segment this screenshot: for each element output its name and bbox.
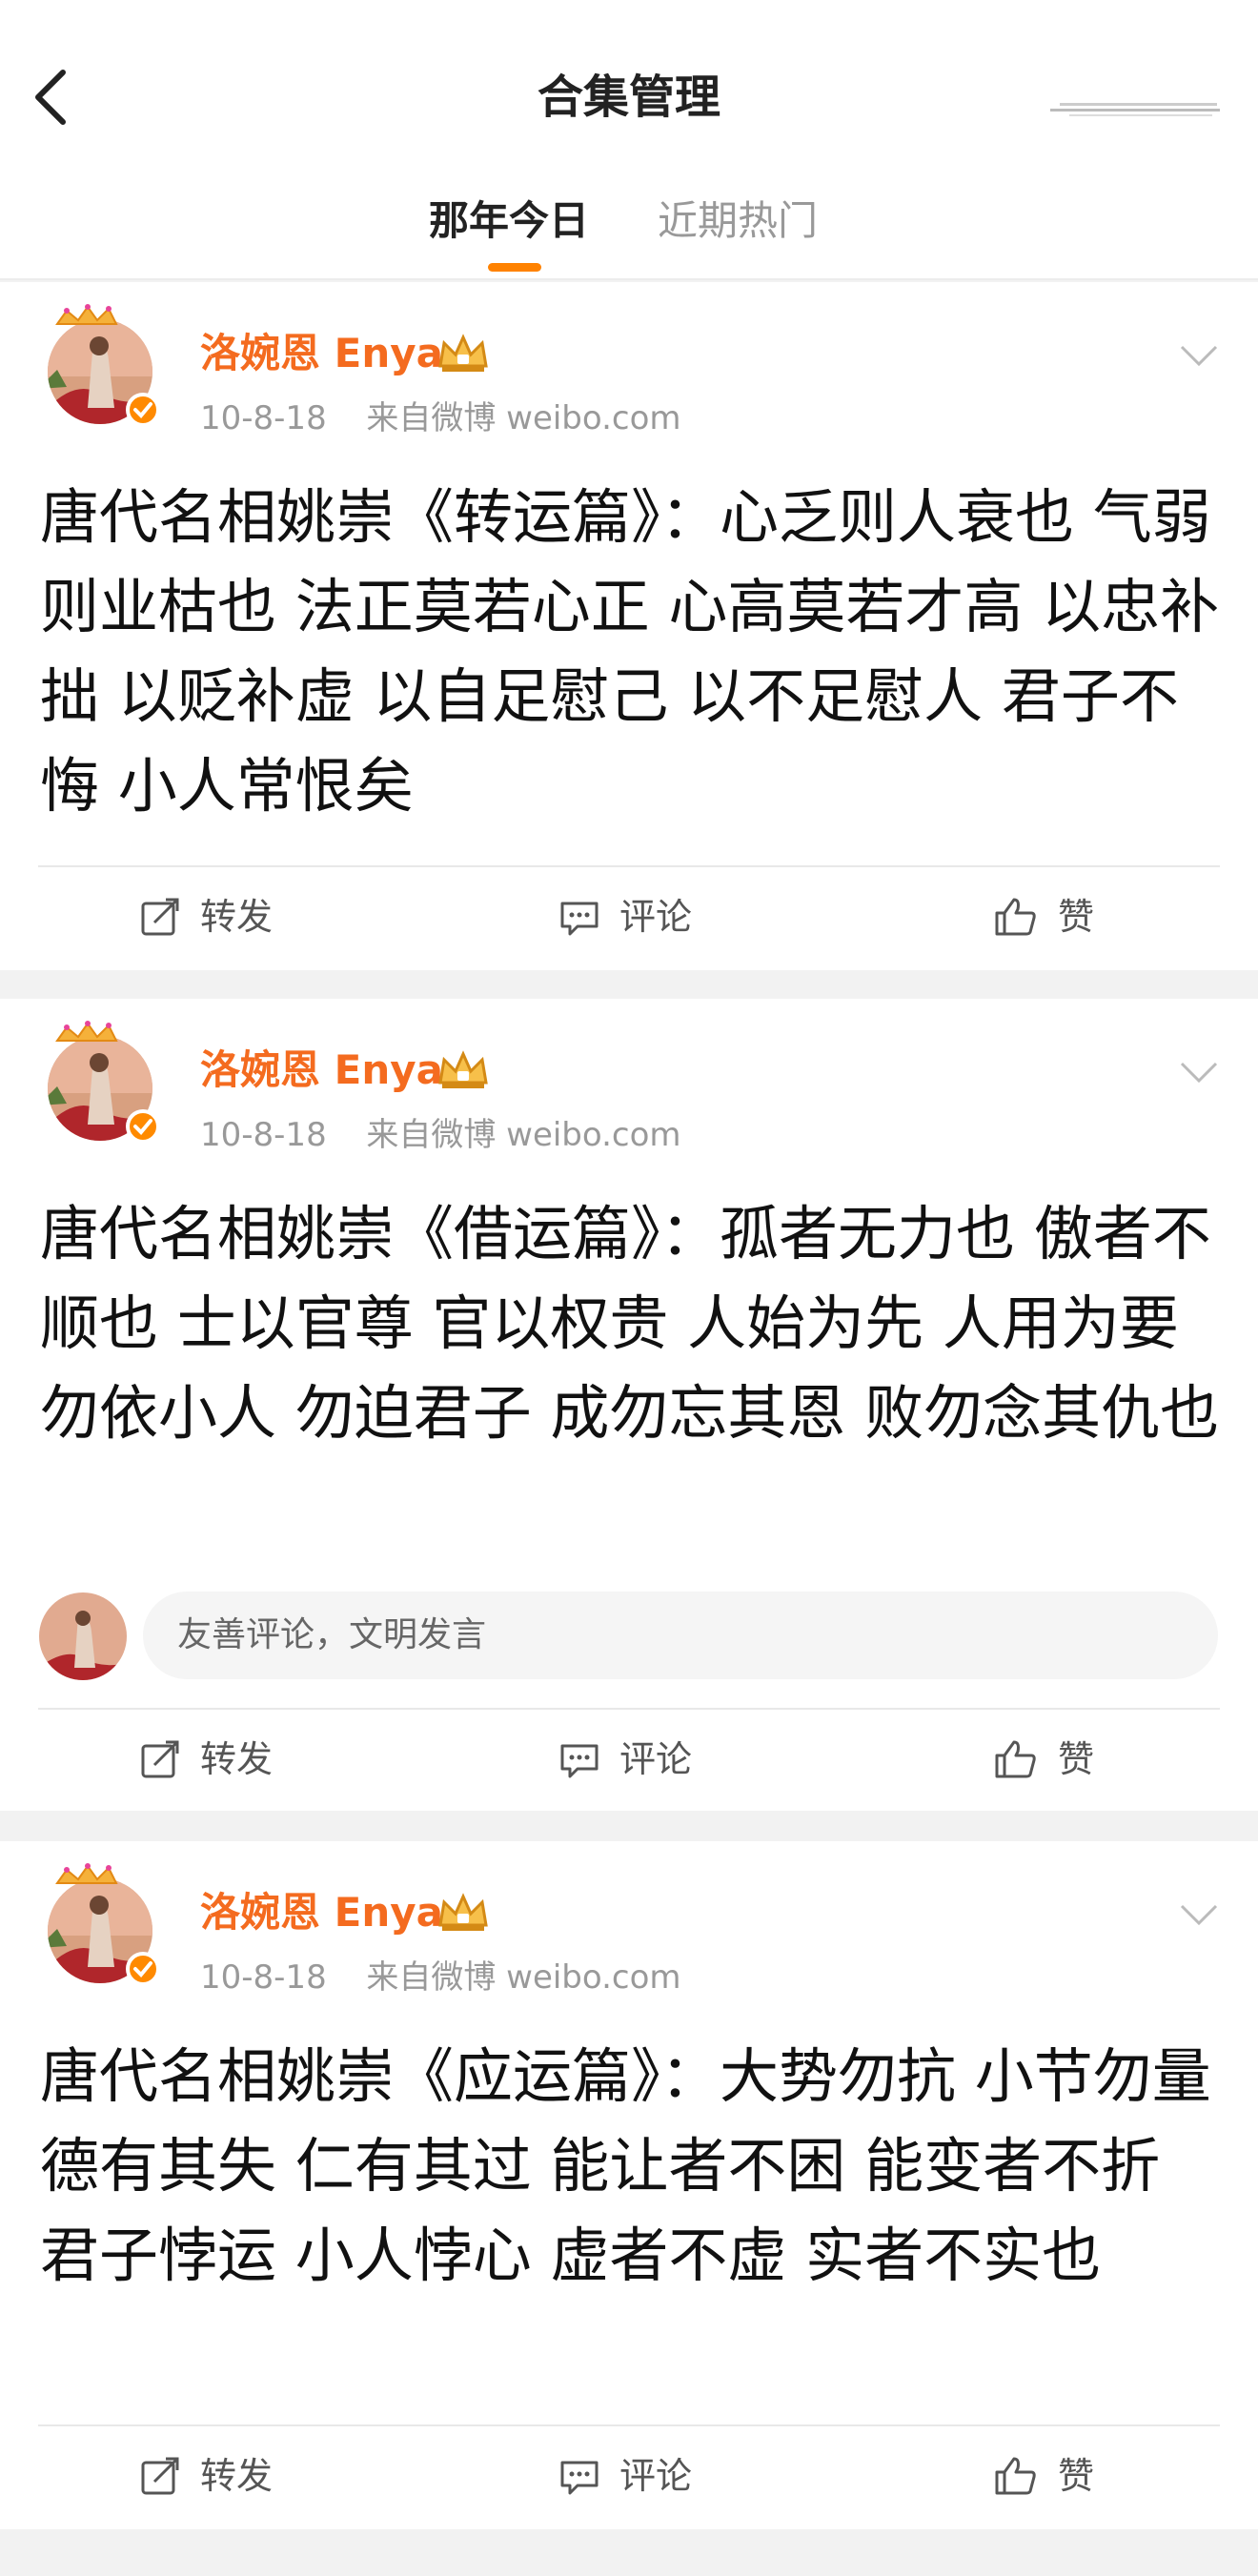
avatar[interactable] — [38, 303, 162, 427]
thumbs-up-icon — [995, 1740, 1036, 1778]
repost-button[interactable]: 转发 — [139, 1734, 273, 1784]
post-text[interactable]: 唐代名相姚崇《借运篇》：孤者无力也 傲者不顺也 士以官尊 官以权贵 人始为先 人… — [40, 1189, 1222, 1458]
post-card: 洛婉恩 Enya 10-8-18 来自微博 weibo.com 唐代名相姚崇《转… — [0, 282, 1258, 970]
username[interactable]: 洛婉恩 Enya — [200, 328, 443, 379]
post-source[interactable]: 来自微博 weibo.com — [366, 1958, 680, 1997]
post-date: 10-8-18 — [200, 1958, 327, 1997]
username[interactable]: 洛婉恩 Enya — [200, 1887, 443, 1938]
repost-icon — [141, 2457, 179, 2495]
repost-button[interactable]: 转发 — [139, 2451, 273, 2501]
repost-button[interactable]: 转发 — [139, 892, 273, 942]
post-meta: 10-8-18 来自微博 weibo.com — [200, 396, 681, 440]
chevron-down-icon[interactable] — [1178, 343, 1220, 368]
chevron-down-icon[interactable] — [1178, 1060, 1220, 1085]
post-date: 10-8-18 — [200, 1116, 327, 1154]
divider — [38, 1708, 1220, 1710]
user-avatar — [39, 1592, 127, 1680]
divider — [38, 865, 1220, 867]
thumbs-up-icon — [995, 898, 1036, 936]
like-button[interactable]: 赞 — [993, 1734, 1094, 1784]
like-label: 赞 — [1058, 896, 1095, 938]
comment-icon — [560, 902, 599, 936]
post-source[interactable]: 来自微博 weibo.com — [366, 399, 680, 437]
thumbs-up-icon — [995, 2457, 1036, 2495]
tab-recent-hot[interactable]: 近期热门 — [658, 194, 818, 248]
tab-on-this-day[interactable]: 那年今日 — [429, 194, 589, 248]
repost-label: 转发 — [200, 1738, 274, 1780]
comment-label: 评论 — [619, 1738, 693, 1780]
comment-icon — [560, 1744, 599, 1778]
post-meta: 10-8-18 来自微博 weibo.com — [200, 1956, 681, 1999]
repost-icon — [141, 898, 179, 936]
post-date: 10-8-18 — [200, 399, 327, 437]
crown-badge-icon — [438, 1893, 488, 1931]
comment-icon — [560, 2461, 599, 2495]
comment-button[interactable]: 评论 — [558, 1734, 692, 1784]
post-card: 洛婉恩 Enya 10-8-18 来自微博 weibo.com 唐代名相姚崇《应… — [0, 1841, 1258, 2529]
comment-label: 评论 — [619, 896, 693, 938]
post-text[interactable]: 唐代名相姚崇《转运篇》：心乏则人衰也 气弱则业枯也 法正莫若心正 心高莫若才高 … — [40, 473, 1222, 831]
like-button[interactable]: 赞 — [993, 892, 1094, 942]
crown-badge-icon — [438, 334, 488, 372]
post-text[interactable]: 唐代名相姚崇《应运篇》：大势勿抗 小节勿量 德有其失 仁有其过 能让者不困 能变… — [40, 2032, 1222, 2301]
like-label: 赞 — [1058, 2455, 1095, 2497]
post-source[interactable]: 来自微博 weibo.com — [366, 1116, 680, 1154]
post-card: 洛婉恩 Enya 10-8-18 来自微博 weibo.com 唐代名相姚崇《借… — [0, 999, 1258, 1811]
divider — [38, 2424, 1220, 2426]
comment-input[interactable]: 友善评论，文明发言 — [143, 1592, 1218, 1679]
crown-badge-icon — [438, 1050, 488, 1088]
comment-label: 评论 — [619, 2455, 693, 2497]
avatar[interactable] — [38, 1020, 162, 1144]
post-meta: 10-8-18 来自微博 weibo.com — [200, 1113, 681, 1157]
comment-button[interactable]: 评论 — [558, 892, 692, 942]
page-title: 合集管理 — [537, 71, 720, 124]
avatar[interactable] — [38, 1862, 162, 1986]
top-bar: 合集管理 — [0, 0, 1258, 162]
repost-label: 转发 — [200, 2455, 274, 2497]
like-label: 赞 — [1058, 1738, 1095, 1780]
like-button[interactable]: 赞 — [993, 2451, 1094, 2501]
repost-icon — [141, 1740, 179, 1778]
username[interactable]: 洛婉恩 Enya — [200, 1045, 443, 1096]
repost-label: 转发 — [200, 896, 274, 938]
tab-bar: 那年今日 近期热门 — [0, 160, 1258, 280]
active-tab-indicator — [488, 263, 541, 272]
comment-box: 友善评论，文明发言 — [38, 1592, 1220, 1683]
blurred-menu-icon[interactable] — [1050, 99, 1222, 118]
comment-button[interactable]: 评论 — [558, 2451, 692, 2501]
chevron-down-icon[interactable] — [1178, 1902, 1220, 1927]
